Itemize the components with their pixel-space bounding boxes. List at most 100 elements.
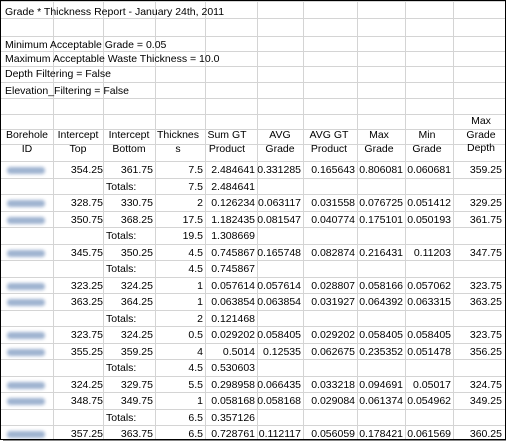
total-sum-gt: 0.745867 bbox=[211, 263, 255, 275]
cell-max: 0.094691 bbox=[359, 378, 403, 391]
cell-avggt: 0.028807 bbox=[311, 279, 355, 292]
total-sum-gt: 1.308669 bbox=[211, 230, 255, 242]
grid-row-line bbox=[1, 161, 505, 162]
cell-top: 324.25 bbox=[70, 378, 103, 391]
totals-label: Totals: bbox=[106, 230, 137, 242]
cell-sum: 1.182435 bbox=[211, 213, 255, 226]
cell-depth: 359.25 bbox=[469, 164, 502, 176]
header-max-grade: Max Grade bbox=[364, 129, 394, 155]
totals-label: Totals: bbox=[106, 362, 137, 374]
cell-max: 0.806081 bbox=[359, 164, 403, 176]
param-max-waste: Maximum Acceptable Waste Thickness = 10.… bbox=[5, 53, 220, 65]
cell-sum: 0.298958 bbox=[211, 378, 255, 391]
cell-max: 0.058166 bbox=[359, 279, 403, 292]
grid-row-line bbox=[1, 211, 505, 212]
borehole-id-redacted bbox=[7, 282, 45, 290]
grid-row-line bbox=[1, 293, 505, 294]
grid-row-line bbox=[1, 1, 505, 2]
cell-avg: 0.063854 bbox=[257, 296, 301, 308]
borehole-id-redacted bbox=[7, 398, 45, 405]
cell-avggt: 0.165643 bbox=[311, 164, 355, 176]
cell-thick: 0.5 bbox=[188, 329, 203, 341]
header-avg-gt: AVG GT Product bbox=[309, 129, 349, 155]
cell-bottom: 330.75 bbox=[120, 197, 153, 209]
cell-bottom: 324.25 bbox=[120, 329, 153, 341]
cell-avg: 0.081547 bbox=[257, 213, 301, 226]
cell-sum: 0.058168 bbox=[211, 395, 255, 407]
totals-label: Totals: bbox=[106, 263, 137, 275]
cell-min: 0.051478 bbox=[407, 345, 451, 358]
total-thickness: 4.5 bbox=[188, 362, 203, 374]
cell-sum: 0.745867 bbox=[211, 246, 255, 259]
cell-bottom: 329.75 bbox=[120, 378, 153, 391]
borehole-id-redacted bbox=[7, 431, 45, 438]
cell-depth: 360.25 bbox=[469, 428, 502, 440]
header-thickness: Thicknes s bbox=[156, 129, 199, 155]
grid-row-line bbox=[1, 409, 505, 410]
cell-top: 350.75 bbox=[70, 213, 103, 226]
grid-row-line bbox=[1, 244, 505, 245]
cell-min: 0.057062 bbox=[407, 279, 451, 292]
header-borehole-id: Borehole ID bbox=[5, 129, 49, 155]
cell-top: 363.25 bbox=[70, 296, 103, 308]
cell-max: 0.061374 bbox=[359, 395, 403, 407]
cell-thick: 7.5 bbox=[188, 164, 203, 176]
cell-thick: 17.5 bbox=[182, 213, 203, 226]
cell-avggt: 0.029202 bbox=[311, 329, 355, 341]
header-intercept-bottom: Intercept Bottom bbox=[108, 129, 150, 155]
grid-row-line bbox=[1, 98, 505, 99]
cell-bottom: 364.25 bbox=[120, 296, 153, 308]
cell-avg: 0.12535 bbox=[263, 345, 301, 358]
total-sum-gt: 2.484641 bbox=[211, 180, 255, 193]
grid-row-line bbox=[1, 227, 505, 228]
cell-min: 0.054962 bbox=[407, 395, 451, 407]
grid-row-line bbox=[1, 260, 505, 261]
cell-avg: 0.057614 bbox=[257, 279, 301, 292]
cell-min: 0.051412 bbox=[407, 197, 451, 209]
param-min-grade: Minimum Acceptable Grade = 0.05 bbox=[5, 39, 167, 51]
cell-min: 0.05017 bbox=[413, 378, 451, 391]
totals-label: Totals: bbox=[106, 312, 137, 325]
cell-top: 345.75 bbox=[70, 246, 103, 259]
cell-depth: 363.25 bbox=[469, 296, 502, 308]
cell-thick: 1 bbox=[197, 296, 203, 308]
total-sum-gt: 0.530603 bbox=[211, 362, 255, 374]
cell-avg: 0.058405 bbox=[257, 329, 301, 341]
cell-avggt: 0.031927 bbox=[311, 296, 355, 308]
grid-row-line bbox=[1, 277, 505, 278]
cell-min: 0.050193 bbox=[407, 213, 451, 226]
report-title: Grade * Thickness Report - January 24th,… bbox=[5, 6, 225, 18]
cell-avggt: 0.033218 bbox=[311, 378, 355, 391]
total-thickness: 7.5 bbox=[188, 180, 203, 193]
cell-depth: 323.75 bbox=[469, 329, 502, 341]
cell-avggt: 0.082874 bbox=[311, 246, 355, 259]
cell-min: 0.063315 bbox=[407, 296, 451, 308]
cell-bottom: 361.75 bbox=[120, 164, 153, 176]
cell-depth: 347.75 bbox=[469, 246, 502, 259]
spreadsheet-screenshot: Grade * Thickness Report - January 24th,… bbox=[0, 0, 506, 440]
cell-thick: 6.5 bbox=[188, 428, 203, 440]
cell-max: 0.076725 bbox=[359, 197, 403, 209]
cell-bottom: 359.25 bbox=[120, 345, 153, 358]
cell-bottom: 368.25 bbox=[120, 213, 153, 226]
header-max-grade-depth: Max Grade Depth bbox=[466, 115, 496, 154]
grid-row-line bbox=[1, 66, 505, 67]
cell-depth: 356.25 bbox=[469, 345, 502, 358]
cell-min: 0.061569 bbox=[407, 428, 451, 440]
grid-row-line bbox=[1, 343, 505, 344]
total-thickness: 2 bbox=[197, 312, 203, 325]
grid-row-line bbox=[1, 310, 505, 311]
param-elevation-filter: Elevation_Filtering = False bbox=[5, 85, 130, 97]
cell-sum: 0.126234 bbox=[211, 197, 255, 209]
grid-row-line bbox=[1, 194, 505, 195]
cell-top: 357.25 bbox=[70, 428, 103, 440]
cell-avg: 0.331285 bbox=[257, 164, 301, 176]
totals-label: Totals: bbox=[106, 411, 137, 424]
cell-avg: 0.112117 bbox=[258, 428, 301, 440]
cell-avg: 0.063117 bbox=[257, 197, 301, 209]
grid-row-line bbox=[1, 326, 505, 327]
cell-thick: 4 bbox=[197, 345, 203, 358]
cell-sum: 2.484641 bbox=[211, 164, 255, 176]
cell-max: 0.058405 bbox=[359, 329, 403, 341]
grid-row-line bbox=[1, 392, 505, 393]
